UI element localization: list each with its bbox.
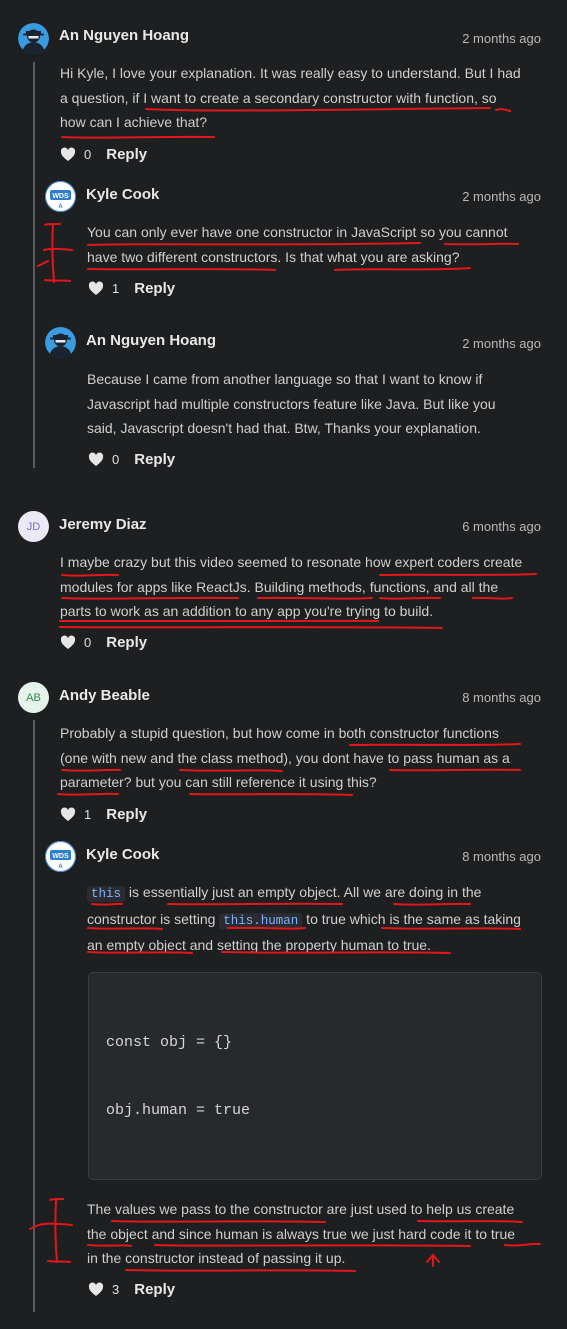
comment-actions: 3 Reply: [88, 1279, 175, 1299]
comment-timestamp: 2 months ago: [462, 31, 541, 46]
reply-button[interactable]: Reply: [134, 280, 175, 297]
comment-body: Hi Kyle, I love your explanation. It was…: [60, 65, 521, 130]
comment-body: You can only ever have one constructor i…: [87, 224, 508, 265]
comment-timestamp: 2 months ago: [462, 189, 541, 204]
heart-outline-icon[interactable]: [88, 280, 104, 296]
wds-logo-icon: WDS A: [45, 841, 76, 872]
like-count: 0: [84, 634, 92, 650]
comment-actions: 0 Reply: [60, 632, 147, 652]
comment-timestamp: 8 months ago: [462, 849, 541, 864]
avatar[interactable]: [18, 23, 49, 54]
inline-code: this: [87, 886, 126, 902]
like-count: 1: [112, 280, 120, 296]
ninja-avatar-icon: [45, 327, 76, 358]
reply-button[interactable]: Reply: [106, 634, 147, 651]
comment-body: The values we pass to the constructor ar…: [87, 1201, 516, 1266]
comment-timestamp: 2 months ago: [462, 336, 541, 351]
svg-text:WDS: WDS: [52, 193, 69, 200]
code-line: obj.human = true: [106, 1102, 251, 1119]
comment-actions: 1 Reply: [60, 804, 147, 824]
heart-outline-icon[interactable]: [88, 451, 104, 467]
reply-button[interactable]: Reply: [134, 451, 175, 468]
avatar[interactable]: WDS A: [45, 181, 76, 212]
avatar[interactable]: JD: [18, 511, 49, 542]
heart-outline-icon[interactable]: [60, 806, 76, 822]
like-count: 0: [112, 451, 120, 467]
ninja-avatar-icon: [18, 23, 49, 54]
reply-button[interactable]: Reply: [106, 146, 147, 163]
comment-actions: 0 Reply: [60, 144, 147, 164]
comment-body: Probably a stupid question, but how come…: [60, 725, 510, 790]
comment-actions: 0 Reply: [88, 449, 175, 469]
comment-author[interactable]: An Nguyen Hoang: [86, 332, 216, 349]
reply-button[interactable]: Reply: [106, 806, 147, 823]
thread-line: [33, 720, 35, 1312]
heart-outline-icon[interactable]: [60, 146, 76, 162]
comment-author[interactable]: Andy Beable: [59, 687, 150, 704]
wds-logo-icon: WDS A: [45, 181, 76, 212]
svg-text:WDS: WDS: [52, 853, 69, 860]
comment-author[interactable]: Kyle Cook: [86, 186, 159, 203]
heart-outline-icon[interactable]: [60, 634, 76, 650]
avatar[interactable]: WDS A: [45, 841, 76, 872]
comment-timestamp: 6 months ago: [462, 519, 541, 534]
comment-author[interactable]: Kyle Cook: [86, 846, 159, 863]
comment-author[interactable]: An Nguyen Hoang: [59, 27, 189, 44]
thread-line: [33, 62, 35, 468]
comment-author[interactable]: Jeremy Diaz: [59, 516, 147, 533]
comment-body: this is essentially just an empty object…: [87, 884, 521, 953]
inline-code: this.human: [219, 912, 303, 929]
code-block[interactable]: const obj = {} obj.human = true: [88, 972, 542, 1180]
reply-button[interactable]: Reply: [134, 1281, 175, 1298]
like-count: 0: [84, 146, 92, 162]
like-count: 3: [112, 1281, 120, 1297]
heart-outline-icon[interactable]: [88, 1281, 104, 1297]
comment-body: Because I came from another language so …: [87, 371, 496, 436]
avatar[interactable]: AB: [18, 682, 49, 713]
comment-timestamp: 8 months ago: [462, 690, 541, 705]
svg-text:A: A: [58, 204, 63, 210]
comment-actions: 1 Reply: [88, 278, 175, 298]
avatar[interactable]: [45, 327, 76, 358]
code-line: const obj = {}: [106, 1034, 233, 1051]
svg-text:A: A: [58, 864, 63, 870]
comment-body: I maybe crazy but this video seemed to r…: [60, 554, 523, 619]
like-count: 1: [84, 806, 92, 822]
